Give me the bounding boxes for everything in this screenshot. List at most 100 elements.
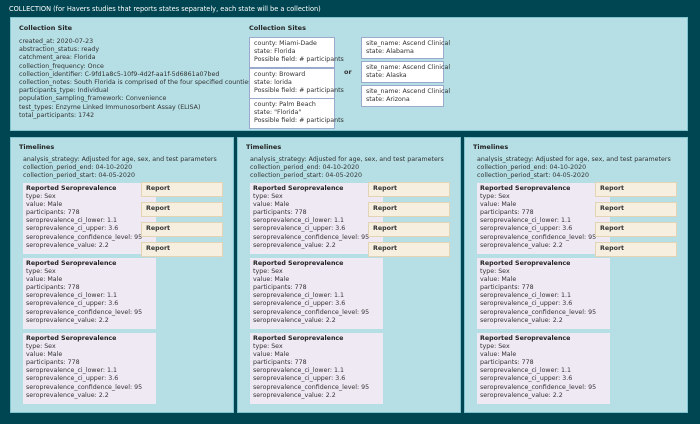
seroprevalence-title: Reported Seroprevalence: [26, 335, 117, 342]
seroprevalence-title: Reported Seroprevalence: [480, 185, 571, 192]
seroprevalence-field: participants: 778: [26, 284, 80, 292]
site-name-line: site_name: Ascend Clinical: [366, 64, 451, 71]
report-card: Report: [368, 222, 450, 237]
report-card: Report: [595, 222, 677, 237]
seroprevalence-field: type: Sex: [480, 268, 510, 276]
seroprevalence-field: seroprevalence_ci_upper: 3.6: [26, 225, 119, 233]
seroprevalence-field: value: Male: [253, 276, 290, 284]
seroprevalence-field: type: Sex: [26, 343, 56, 351]
seroprevalence-field: seroprevalence_ci_upper: 3.6: [253, 300, 346, 308]
seroprevalence-field: seroprevalence_confidence_level: 95: [480, 383, 597, 391]
timelines-title: Timelines: [19, 143, 55, 151]
seroprevalence-card: Reported Seroprevalence type: Sex value: M…: [477, 183, 610, 254]
seroprevalence-card: Reported Seroprevalence type: Sex value: M…: [23, 258, 156, 329]
field-line: analysis_strategy: Adjusted for age, sex…: [23, 156, 217, 163]
field-line: collection_period_end: 04-10-2020: [23, 164, 133, 172]
report-card: Report: [141, 202, 223, 217]
seroprevalence-field: seroprevalence_ci_lower: 1.1: [253, 292, 345, 300]
seroprevalence-field: seroprevalence_value: 2.2: [253, 241, 336, 249]
seroprevalence-field: value: Male: [26, 201, 63, 209]
seroprevalence-field: seroprevalence_confidence_level: 95: [253, 383, 370, 391]
state-line: state: Alaska: [366, 72, 407, 80]
seroprevalence-field: type: Sex: [480, 193, 510, 201]
seroprevalence-field: seroprevalence_ci_lower: 1.1: [26, 292, 118, 300]
seroprevalence-field: seroprevalence_value: 2.2: [480, 391, 563, 399]
seroprevalence-field: value: Male: [253, 351, 290, 359]
field-line: collection_period_end: 04-10-2020: [250, 164, 360, 172]
seroprevalence-field: seroprevalence_ci_lower: 1.1: [480, 217, 572, 225]
field-line: created_at: 2020-07-23: [19, 38, 94, 45]
seroprevalence-title: Reported Seroprevalence: [26, 185, 117, 192]
seroprevalence-field: seroprevalence_ci_lower: 1.1: [480, 292, 572, 300]
seroprevalence-field: seroprevalence_value: 2.2: [26, 241, 109, 249]
timelines-title: Timelines: [473, 143, 509, 151]
county-line: county: Broward: [254, 71, 306, 78]
field-line: collection_period_end: 04-10-2020: [477, 164, 587, 172]
seroprevalence-field: participants: 778: [480, 284, 534, 292]
seroprevalence-field: seroprevalence_ci_upper: 3.6: [26, 375, 119, 383]
site-card: site_name: Ascend Clinical state: Alaska: [361, 61, 451, 84]
county-line: county: Miami-Dade: [254, 40, 317, 47]
seroprevalence-field: seroprevalence_ci_lower: 1.1: [26, 367, 118, 375]
seroprevalence-field: seroprevalence_ci_upper: 3.6: [480, 225, 573, 233]
report-card: Report: [141, 242, 223, 257]
field-line: collection_notes: South Florida is compr…: [19, 79, 254, 87]
field-line: population_sampling_framework: Convenien…: [19, 95, 167, 103]
collection-site-title: Collection Site: [19, 24, 73, 32]
seroprevalence-title: Reported Seroprevalence: [480, 260, 571, 267]
seroprevalence-field: participants: 778: [26, 209, 80, 217]
seroprevalence-field: seroprevalence_value: 2.2: [253, 391, 336, 399]
seroprevalence-field: seroprevalence_ci_upper: 3.6: [480, 300, 573, 308]
timelines-panel: Timelines analysis_strategy: Adjusted for…: [464, 137, 688, 413]
county-line: county: Palm Beach: [254, 101, 316, 108]
site-card: site_name: Ascend Clinical state: Arizon…: [361, 85, 450, 108]
report-card: Report: [595, 242, 677, 257]
collection-header: COLLECTION (for Havers studies that repo…: [9, 5, 321, 13]
state-line: state: Florida: [254, 48, 296, 56]
seroprevalence-field: seroprevalence_ci_upper: 3.6: [253, 225, 346, 233]
field-line: test_types: Enzyme Linked Immunosorbent …: [19, 103, 201, 111]
collection-panel: Collection Site created_at: 2020-07-23 a…: [10, 17, 688, 131]
seroprevalence-field: seroprevalence_ci_lower: 1.1: [480, 367, 572, 375]
field-line: collection_identifier: C-9fd1a8c5-10f9-4…: [19, 70, 220, 78]
field-line: collection_period_start: 04-05-2020: [250, 172, 362, 180]
field-line: collection_period_start: 04-05-2020: [477, 172, 589, 180]
field-line: collection_frequency: Once: [19, 62, 104, 70]
county-card: county: Palm Beach state: "Florida" Poss…: [249, 98, 344, 129]
seroprevalence-field: participants: 778: [253, 209, 307, 217]
seroprevalence-field: seroprevalence_value: 2.2: [26, 391, 109, 399]
timeline-fields: analysis_strategy: Adjusted for age, sex…: [250, 156, 444, 181]
seroprevalence-field: seroprevalence_ci_upper: 3.6: [480, 375, 573, 383]
seroprevalence-field: seroprevalence_value: 2.2: [253, 316, 336, 324]
collection-sites-title: Collection Sites: [249, 24, 306, 32]
seroprevalence-title: Reported Seroprevalence: [253, 335, 344, 342]
seroprevalence-title: Reported Seroprevalence: [480, 335, 571, 342]
field-line: abstraction_status: ready: [19, 46, 100, 54]
field-line: participants_type: Individual: [19, 87, 109, 95]
seroprevalence-field: seroprevalence_confidence_level: 95: [253, 233, 370, 241]
site-card: site_name: Ascend Clinical state: Alabam…: [361, 37, 451, 60]
seroprevalence-field: seroprevalence_confidence_level: 95: [253, 308, 370, 316]
state-line: state: Arizona: [366, 96, 410, 104]
seroprevalence-field: participants: 778: [253, 359, 307, 367]
field-line: catchment_area: Florida: [19, 54, 96, 62]
seroprevalence-field: type: Sex: [253, 343, 283, 351]
report-card: Report: [595, 182, 677, 197]
timeline-fields: analysis_strategy: Adjusted for age, sex…: [23, 156, 217, 181]
seroprevalence-field: type: Sex: [253, 268, 283, 276]
site-name-line: site_name: Ascend Clinical: [366, 40, 451, 47]
field-line: analysis_strategy: Adjusted for age, sex…: [477, 156, 671, 163]
seroprevalence-card: Reported Seroprevalence type: Sex value: M…: [23, 333, 156, 404]
seroprevalence-field: seroprevalence_value: 2.2: [480, 316, 563, 324]
county-card: county: Miami-Dade state: Florida Possib…: [249, 37, 344, 68]
seroprevalence-field: seroprevalence_ci_lower: 1.1: [26, 217, 118, 225]
seroprevalence-field: seroprevalence_value: 2.2: [26, 316, 109, 324]
participants-line: Possible field: # participants: [254, 56, 344, 64]
state-line: state: lorida: [254, 79, 292, 87]
seroprevalence-field: seroprevalence_ci_lower: 1.1: [253, 367, 345, 375]
seroprevalence-field: seroprevalence_confidence_level: 95: [480, 308, 597, 316]
seroprevalence-field: seroprevalence_confidence_level: 95: [26, 383, 143, 391]
seroprevalence-field: participants: 778: [253, 284, 307, 292]
seroprevalence-title: Reported Seroprevalence: [26, 260, 117, 267]
seroprevalence-field: seroprevalence_confidence_level: 95: [26, 233, 143, 241]
